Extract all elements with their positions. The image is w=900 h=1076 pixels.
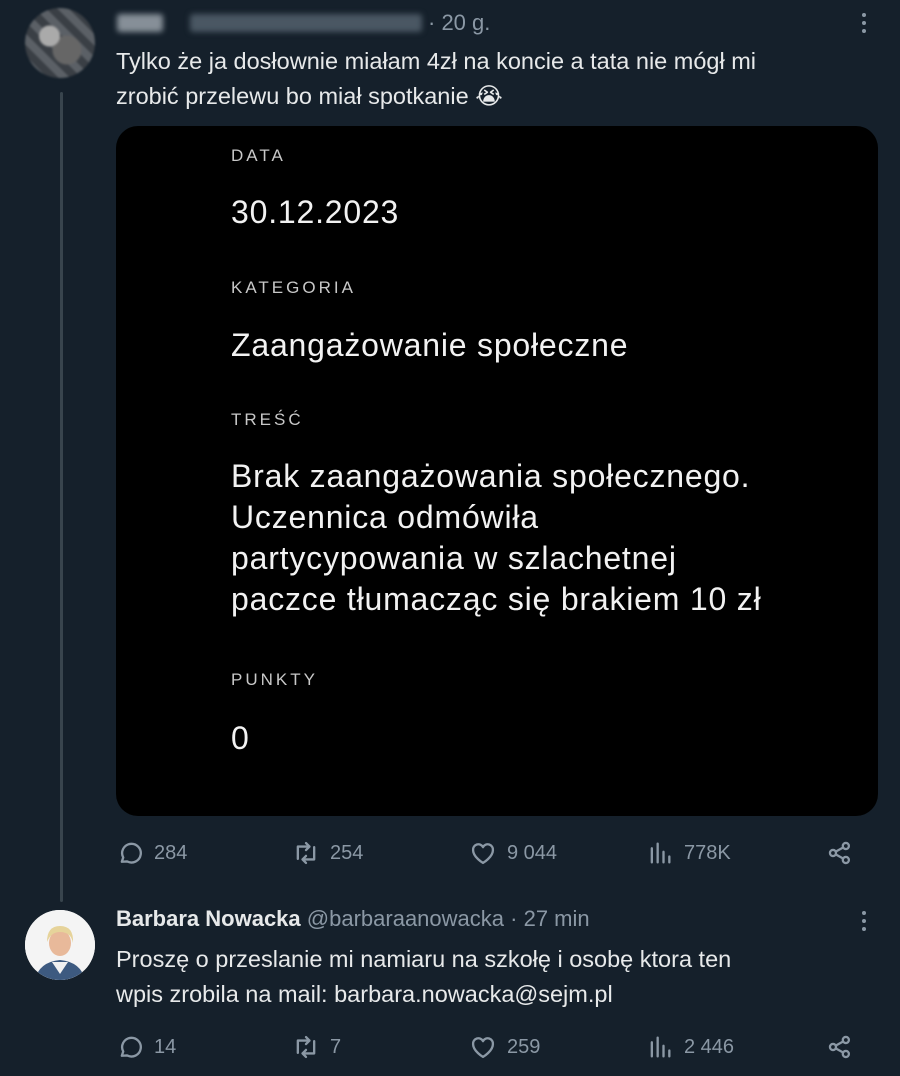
data-label: DATA	[231, 146, 286, 165]
heart-icon	[471, 1037, 495, 1059]
tresc-label: TREŚĆ	[231, 410, 304, 429]
more-icon[interactable]	[854, 906, 874, 936]
reply-icon	[120, 842, 142, 864]
views-button[interactable]: 2 446	[646, 1033, 734, 1061]
kategoria-value: Zaangażowanie społeczne	[231, 327, 629, 363]
views-button[interactable]: 778K	[646, 839, 731, 867]
tweet-actions: 14 7 259 2 446	[116, 1033, 861, 1063]
views-count: 2 446	[684, 1035, 735, 1058]
reply-count: 14	[154, 1035, 177, 1058]
repost-button[interactable]: 7	[292, 1033, 341, 1061]
views-count: 778K	[684, 841, 731, 864]
tresc-value: Brak zaangażowania społecznego. Uczennic…	[231, 458, 762, 617]
reply-button[interactable]: 284	[116, 839, 187, 867]
like-button[interactable]: 259	[469, 1033, 540, 1061]
repost-icon	[296, 1035, 316, 1059]
share-button[interactable]	[826, 839, 854, 867]
avatar[interactable]	[25, 8, 95, 78]
tweet-header: Barbara Nowacka @barbaraanowacka · 27 mi…	[116, 906, 590, 932]
thread-line	[60, 92, 63, 902]
author-name[interactable]: Barbara Nowacka	[116, 906, 301, 931]
views-icon	[650, 1036, 671, 1058]
punkty-label: PUNKTY	[231, 670, 318, 689]
reply-icon	[120, 1036, 142, 1058]
punkty-value: 0	[231, 720, 250, 756]
like-count: 9 044	[507, 841, 558, 864]
author-name-blurred[interactable]	[117, 14, 163, 32]
repost-count: 254	[330, 841, 364, 864]
avatar[interactable]	[25, 910, 95, 980]
reply-count: 284	[154, 841, 188, 864]
tweet-time[interactable]: · 20 g.	[428, 10, 490, 36]
share-icon	[828, 1035, 851, 1059]
tweet-text: Tylko że ja dosłownie miałam 4zł na konc…	[116, 48, 757, 109]
share-button[interactable]	[826, 1033, 854, 1061]
avatar-image	[25, 910, 95, 980]
repost-button[interactable]: 254	[292, 839, 363, 867]
like-count: 259	[507, 1035, 541, 1058]
kategoria-label: KATEGORIA	[231, 278, 356, 297]
attached-image[interactable]: DATA 30.12.2023 KATEGORIA Zaangażowanie …	[116, 126, 878, 816]
share-icon	[828, 841, 851, 865]
tweet-time[interactable]: · 27 min	[510, 906, 589, 931]
like-button[interactable]: 9 044	[469, 839, 557, 867]
author-handle-blurred[interactable]	[190, 14, 422, 32]
tweet-text: Proszę o przeslanie mi namiaru na szkołę…	[116, 946, 732, 1007]
views-icon	[650, 842, 671, 864]
author-handle[interactable]: @barbaraanowacka	[307, 906, 504, 931]
more-icon[interactable]	[854, 8, 874, 38]
heart-icon	[471, 843, 495, 865]
repost-icon	[296, 841, 316, 865]
repost-count: 7	[330, 1035, 342, 1058]
tweet-actions: 284 254 9 044 778K	[116, 839, 861, 869]
reply-button[interactable]: 14	[116, 1033, 176, 1061]
data-value: 30.12.2023	[231, 194, 400, 230]
